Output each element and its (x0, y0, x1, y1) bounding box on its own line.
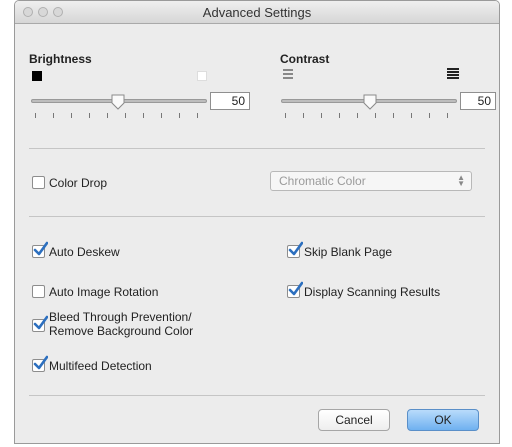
multifeed-detection-label: Multifeed Detection (49, 359, 152, 373)
separator (29, 395, 485, 396)
contrast-ticks (281, 113, 457, 119)
separator (29, 148, 485, 149)
color-drop-label: Color Drop (49, 176, 108, 190)
bleed-through-prevention-checkbox[interactable] (32, 315, 48, 332)
brightness-value-field[interactable]: 50 (210, 92, 250, 110)
advanced-settings-window: Advanced Settings Brightness 50 Contrast… (14, 0, 500, 444)
bleed-through-label-line2: Remove Background Color (49, 324, 194, 338)
high-contrast-icon (447, 68, 459, 79)
contrast-value-field[interactable]: 50 (460, 92, 496, 110)
bleed-through-label-line1: Bleed Through Prevention/ (49, 310, 192, 324)
separator (29, 216, 485, 217)
display-scanning-results-checkbox[interactable] (287, 281, 303, 298)
brightness-slider-thumb[interactable] (111, 94, 125, 110)
color-drop-checkbox[interactable] (32, 176, 45, 189)
low-contrast-icon (283, 69, 293, 79)
brightness-ticks (31, 113, 207, 119)
auto-deskew-checkbox[interactable] (32, 241, 48, 258)
skip-blank-page-checkbox[interactable] (287, 241, 303, 258)
stepper-arrows-icon: ▲ ▼ (457, 173, 465, 188)
auto-image-rotation-label: Auto Image Rotation (49, 285, 159, 299)
checkmark-icon (288, 241, 303, 256)
title-bar: Advanced Settings (15, 1, 499, 24)
multifeed-detection-checkbox[interactable] (32, 355, 48, 372)
checkmark-icon (33, 315, 48, 330)
color-drop-select-value: Chromatic Color (279, 174, 366, 188)
contrast-label: Contrast (280, 52, 330, 66)
display-scanning-results-label: Display Scanning Results (304, 285, 441, 299)
light-swatch-icon (197, 71, 207, 81)
contrast-slider-thumb[interactable] (363, 94, 377, 110)
auto-deskew-label: Auto Deskew (49, 245, 120, 259)
dark-swatch-icon (32, 71, 42, 81)
color-drop-select[interactable]: Chromatic Color ▲ ▼ (270, 171, 472, 191)
auto-image-rotation-checkbox[interactable] (32, 285, 45, 298)
bleed-through-prevention-label: Bleed Through Prevention/ Remove Backgro… (49, 310, 193, 338)
window-title: Advanced Settings (202, 5, 312, 20)
checkmark-icon (33, 241, 48, 256)
skip-blank-page-label: Skip Blank Page (304, 245, 393, 259)
checkmark-icon (33, 355, 48, 370)
cancel-button[interactable]: Cancel (318, 409, 390, 431)
checkmark-icon (288, 281, 303, 296)
brightness-label: Brightness (29, 52, 92, 66)
ok-button[interactable]: OK (407, 409, 479, 431)
